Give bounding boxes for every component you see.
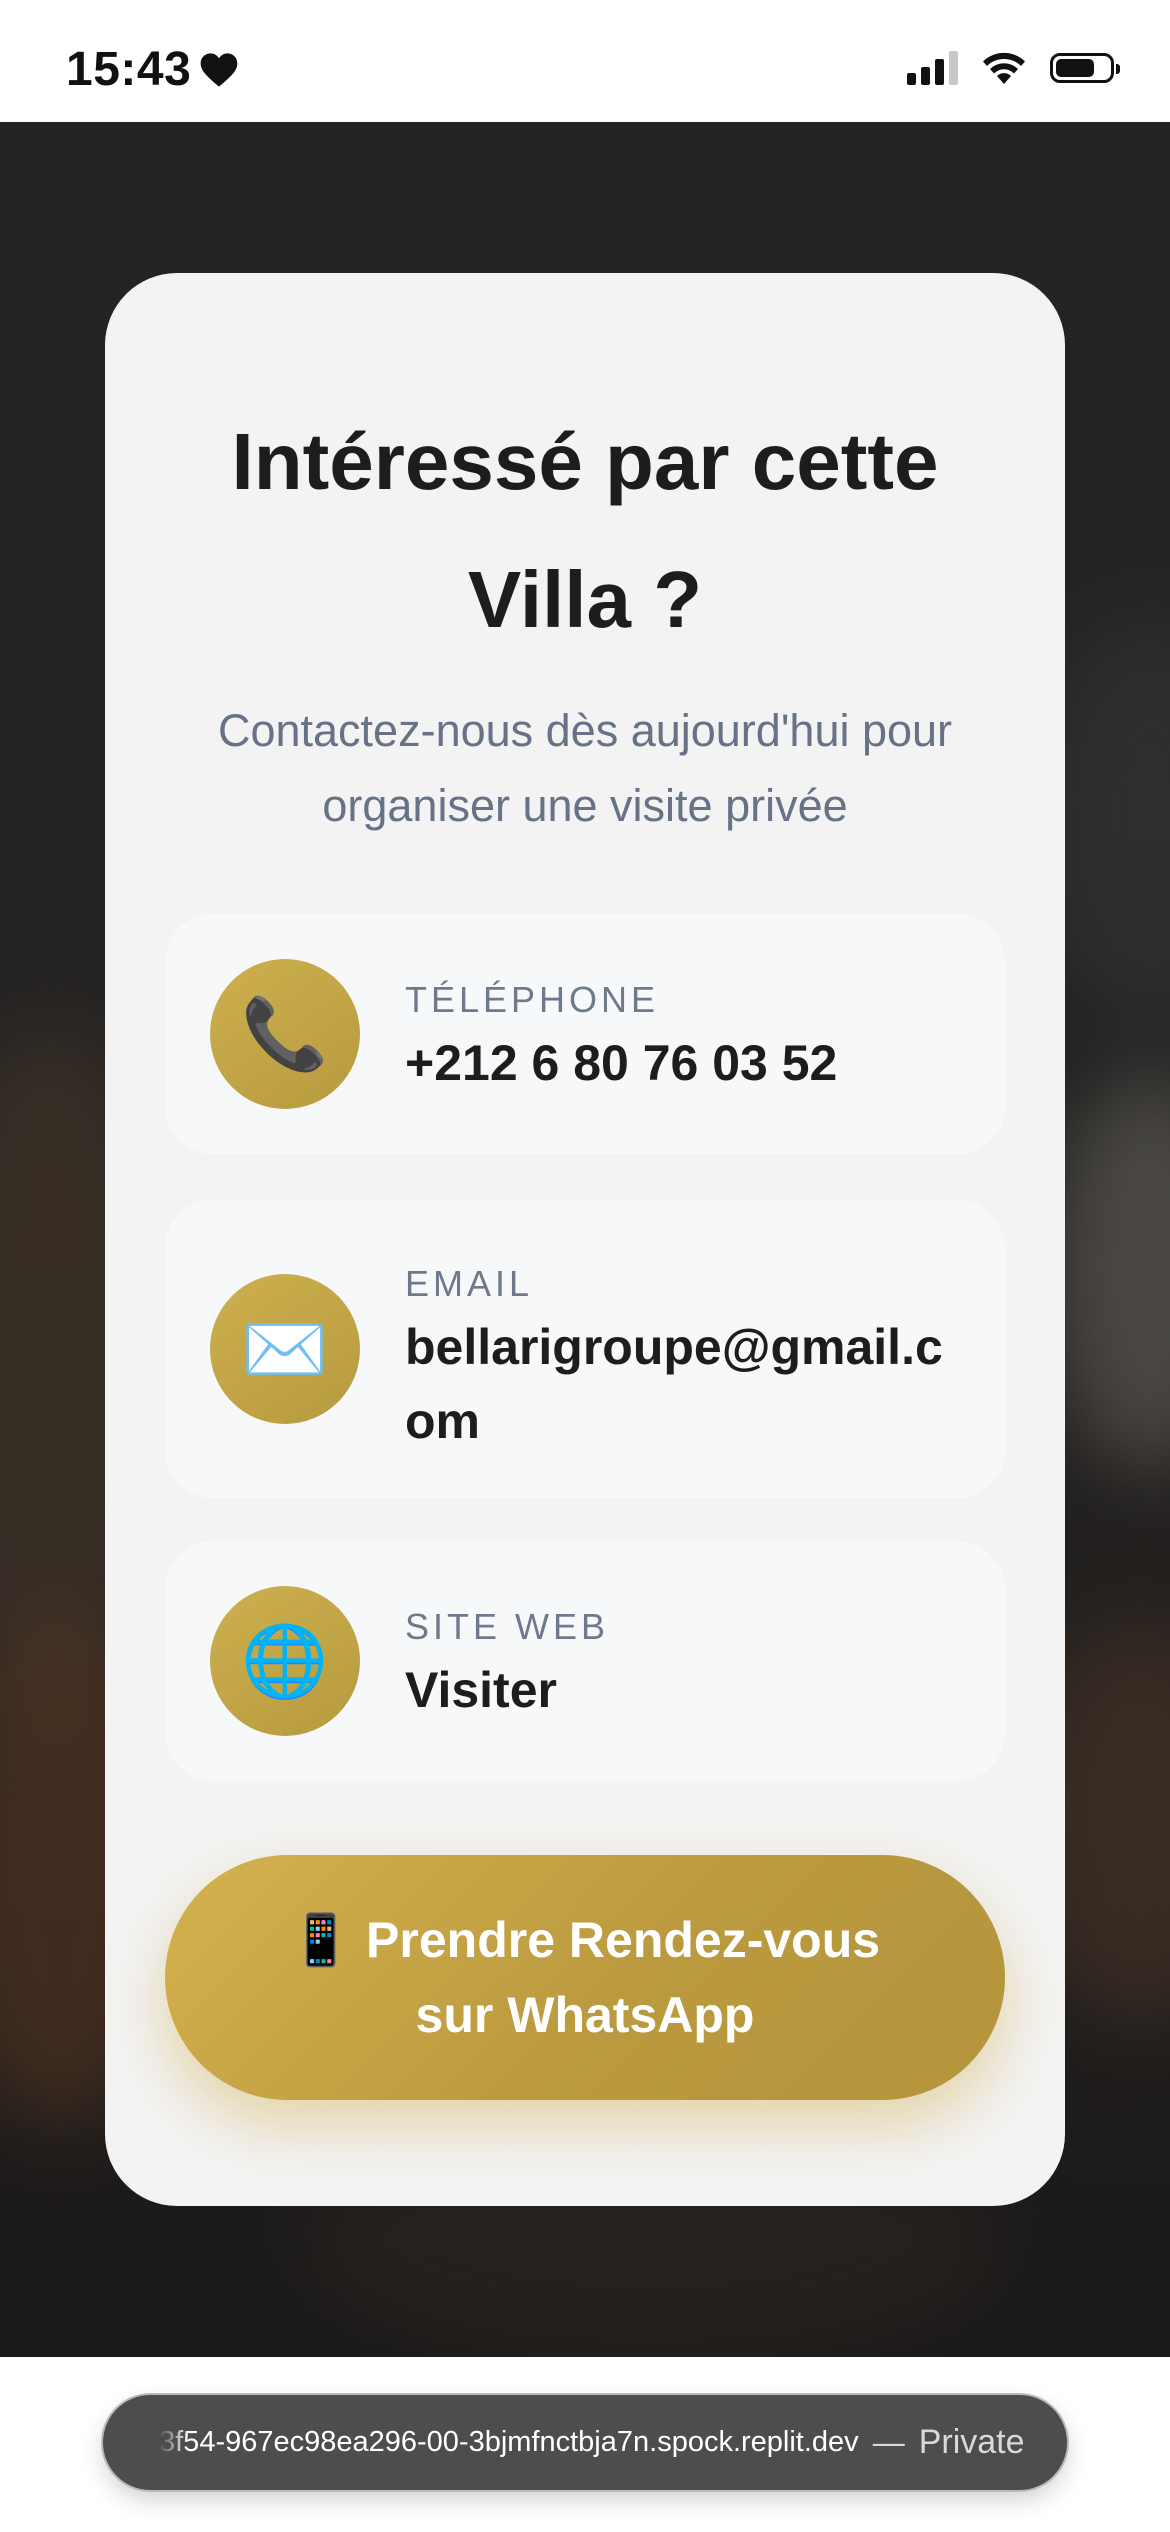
browser-bottom-bar: 3f54-967ec98ea296-00-3bjmfnctbja7n.spock… <box>0 2357 1170 2532</box>
wifi-icon <box>983 52 1025 84</box>
contact-phone-value[interactable]: +212 6 80 76 03 52 <box>405 1026 965 1100</box>
contact-email-value[interactable]: bellarigroupe@gmail.com <box>405 1310 965 1458</box>
whatsapp-appointment-button[interactable]: 📱 Prendre Rendez-vous sur WhatsApp <box>165 1855 1005 2100</box>
battery-icon <box>1050 53 1120 83</box>
clock-time: 15:43 <box>66 43 192 96</box>
private-mode-label: Private <box>918 2423 1025 2461</box>
contact-card: Intéressé par cette Villa ? Contactez-no… <box>105 273 1065 2206</box>
contact-phone[interactable]: 📞 Téléphone +212 6 80 76 03 52 <box>165 914 1005 1154</box>
contact-phone-text: Téléphone +212 6 80 76 03 52 <box>405 978 965 1100</box>
globe-icon: 🌐 <box>210 1586 360 1736</box>
contact-email-text: Email bellarigroupe@gmail.com <box>405 1262 965 1458</box>
telephone-icon: 📞 <box>210 959 360 1109</box>
card-subtitle: Contactez-nous dès aujourd'hui pour orga… <box>217 705 953 831</box>
contact-phone-label: Téléphone <box>405 979 660 1020</box>
contact-website[interactable]: 🌐 Site Web Visiter <box>165 1541 1005 1781</box>
url-separator: — <box>872 2424 905 2460</box>
status-time: 15:43 <box>66 42 239 97</box>
status-bar: 15:43 <box>0 0 1170 122</box>
envelope-icon: ✉️ <box>210 1274 360 1424</box>
contact-email[interactable]: ✉️ Email bellarigroupe@gmail.com <box>165 1200 1005 1498</box>
heart-icon <box>200 52 238 87</box>
contact-email-label: Email <box>405 1263 534 1304</box>
status-indicators <box>907 50 1120 86</box>
cellular-signal-icon <box>907 51 958 85</box>
contact-website-link[interactable]: Visiter <box>405 1653 965 1727</box>
contact-website-text: Site Web Visiter <box>405 1605 965 1727</box>
contact-website-label: Site Web <box>405 1606 610 1647</box>
url-text: 3f54-967ec98ea296-00-3bjmfnctbja7n.spock… <box>159 2426 859 2458</box>
address-bar[interactable]: 3f54-967ec98ea296-00-3bjmfnctbja7n.spock… <box>103 2395 1067 2490</box>
card-title: Intéressé par cette Villa ? <box>231 417 939 644</box>
